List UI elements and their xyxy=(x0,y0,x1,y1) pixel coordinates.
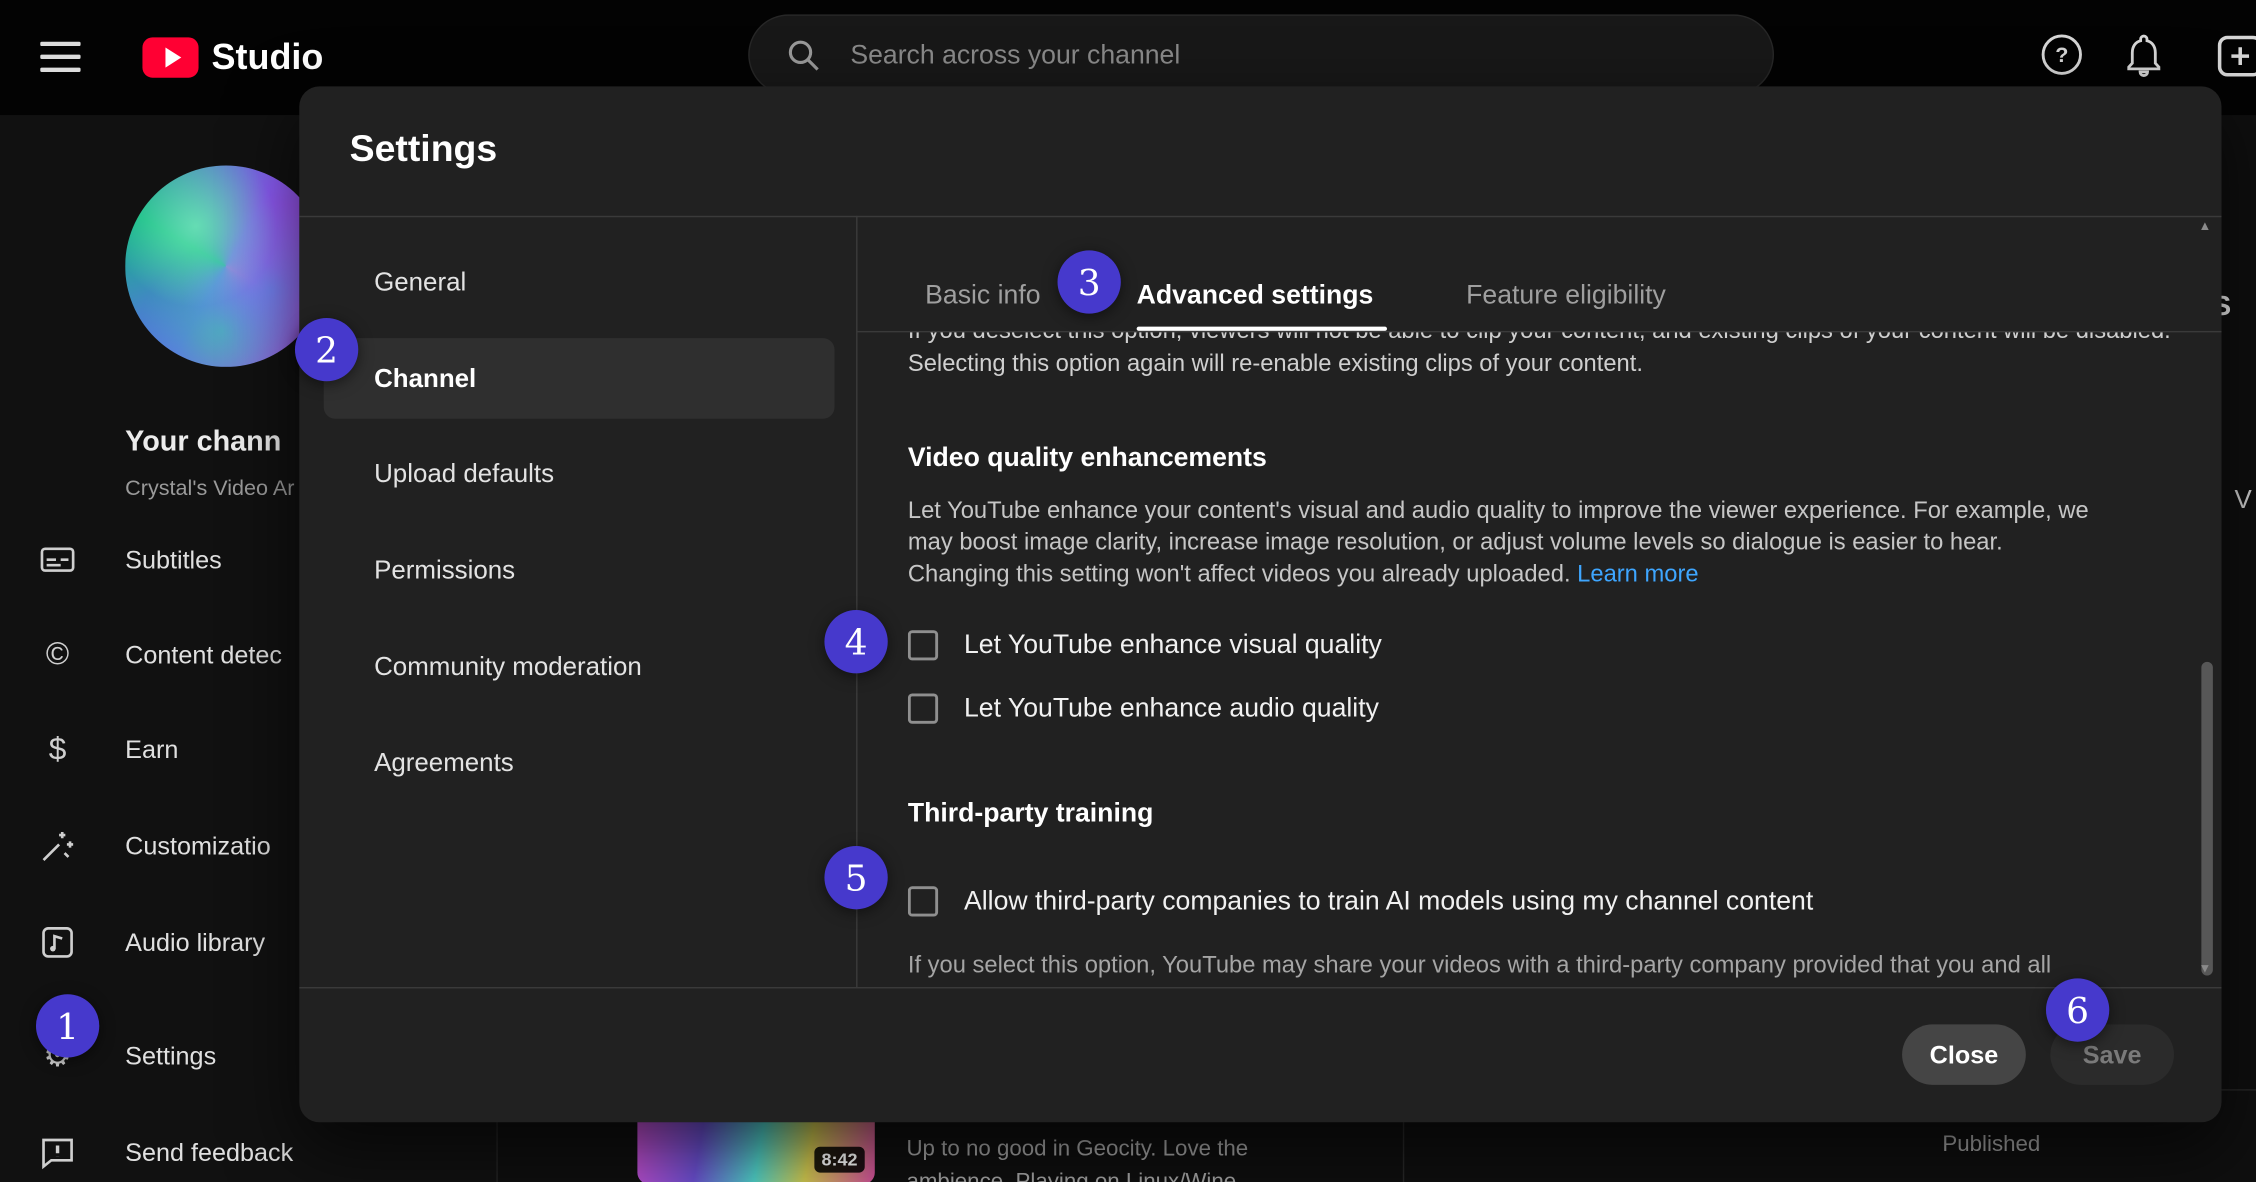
menu-icon[interactable] xyxy=(40,42,80,77)
sidebar-item-label: Subtitles xyxy=(125,531,222,589)
settings-dialog: Settings General Channel Upload defaults… xyxy=(299,86,2221,1122)
help-button[interactable]: ? xyxy=(2042,35,2082,75)
learn-more-link[interactable]: Learn more xyxy=(1577,561,1698,587)
dialog-nav-community-moderation[interactable]: Community moderation xyxy=(324,626,835,707)
checkbox-label: Allow third-party companies to train AI … xyxy=(964,885,1813,917)
step-badge-1: 1 xyxy=(36,994,99,1057)
third-party-checkbox[interactable] xyxy=(908,886,938,916)
youtube-studio-app: Studio ? Your chann Crystal's Video Ar S… xyxy=(0,0,2256,1182)
sidebar-item-label: Audio library xyxy=(125,914,265,972)
third-party-heading: Third-party training xyxy=(908,794,2222,830)
youtube-studio-logo[interactable]: Studio xyxy=(142,30,323,85)
question-icon: ? xyxy=(2055,44,2068,66)
sidebar-item-label: Customizatio xyxy=(125,817,271,875)
wand-icon xyxy=(37,817,77,875)
feedback-icon xyxy=(37,1124,77,1182)
video-duration-badge: 8:42 xyxy=(814,1147,864,1173)
dialog-nav-agreements[interactable]: Agreements xyxy=(324,722,835,803)
step-badge-4: 4 xyxy=(824,610,887,673)
checkbox-label: Let YouTube enhance visual quality xyxy=(964,629,1382,661)
checkbox-label: Let YouTube enhance audio quality xyxy=(964,692,1379,724)
search-input[interactable] xyxy=(847,37,1658,72)
dialog-nav-permissions[interactable]: Permissions xyxy=(324,529,835,610)
sidebar-item-label: Send feedback xyxy=(125,1124,293,1182)
sidebar-item-label: Content detec xyxy=(125,626,282,684)
sidebar-item-label: Earn xyxy=(125,721,178,779)
dialog-scroll-area: If you deselect this option, viewers wil… xyxy=(908,332,2222,987)
scroll-down-arrow[interactable]: ▼ xyxy=(2198,961,2211,975)
sidebar-item-label: Settings xyxy=(125,1027,216,1085)
background-fragment: V xyxy=(2234,485,2251,515)
channel-name: Your chann xyxy=(125,426,281,459)
sidebar-item-send-feedback[interactable]: Send feedback xyxy=(0,1124,496,1182)
music-icon xyxy=(37,914,77,972)
step-badge-2: 2 xyxy=(295,318,358,381)
clip-setting-text: If you deselect this option, viewers wil… xyxy=(908,332,2181,381)
tab-feature-eligibility[interactable]: Feature eligibility xyxy=(1466,259,1666,331)
video-description: Up to no good in Geocity. Love the ambie… xyxy=(906,1132,1261,1182)
video-quality-description: Let YouTube enhance your content's visua… xyxy=(908,495,2105,590)
notifications-icon[interactable] xyxy=(2122,33,2165,79)
audio-quality-checkbox[interactable] xyxy=(908,693,938,723)
subtitles-icon xyxy=(37,531,77,589)
scroll-up-arrow[interactable]: ▲ xyxy=(2198,219,2211,233)
scrollbar-thumb[interactable] xyxy=(2201,662,2213,976)
tab-basic-info[interactable]: Basic info xyxy=(925,259,1040,331)
close-button[interactable]: Close xyxy=(1902,1024,2026,1084)
channel-subtitle: Crystal's Video Ar xyxy=(125,476,294,500)
third-party-note: If you select this option, YouTube may s… xyxy=(908,950,2160,982)
youtube-logo-icon xyxy=(142,37,198,77)
search-icon xyxy=(784,36,821,73)
divider xyxy=(299,987,2221,988)
channel-search[interactable] xyxy=(748,14,1774,95)
dialog-nav-general[interactable]: General xyxy=(324,242,835,323)
create-button[interactable] xyxy=(2216,35,2256,78)
divider xyxy=(299,216,2221,217)
visibility-status: Published xyxy=(1942,1132,2040,1158)
dialog-title: Settings xyxy=(350,127,498,172)
step-badge-5: 5 xyxy=(824,846,887,909)
screen: Studio ? Your chann Crystal's Video Ar S… xyxy=(0,0,2256,1182)
step-badge-6: 6 xyxy=(2046,978,2109,1041)
brand-text: Studio xyxy=(212,37,324,79)
dollar-icon: $ xyxy=(37,721,77,779)
checkbox-row-visual-quality: Let YouTube enhance visual quality xyxy=(908,627,2222,662)
checkbox-row-audio-quality: Let YouTube enhance audio quality xyxy=(908,691,2222,726)
copyright-icon: © xyxy=(37,626,77,684)
visual-quality-checkbox[interactable] xyxy=(908,629,938,659)
tab-advanced-settings[interactable]: Advanced settings xyxy=(1137,259,1374,331)
dialog-nav-upload-defaults[interactable]: Upload defaults xyxy=(324,433,835,514)
step-badge-3: 3 xyxy=(1058,250,1121,313)
checkbox-row-third-party: Allow third-party companies to train AI … xyxy=(908,883,2222,918)
video-quality-heading: Video quality enhancements xyxy=(908,439,2222,475)
dialog-nav-channel[interactable]: Channel xyxy=(324,338,835,419)
